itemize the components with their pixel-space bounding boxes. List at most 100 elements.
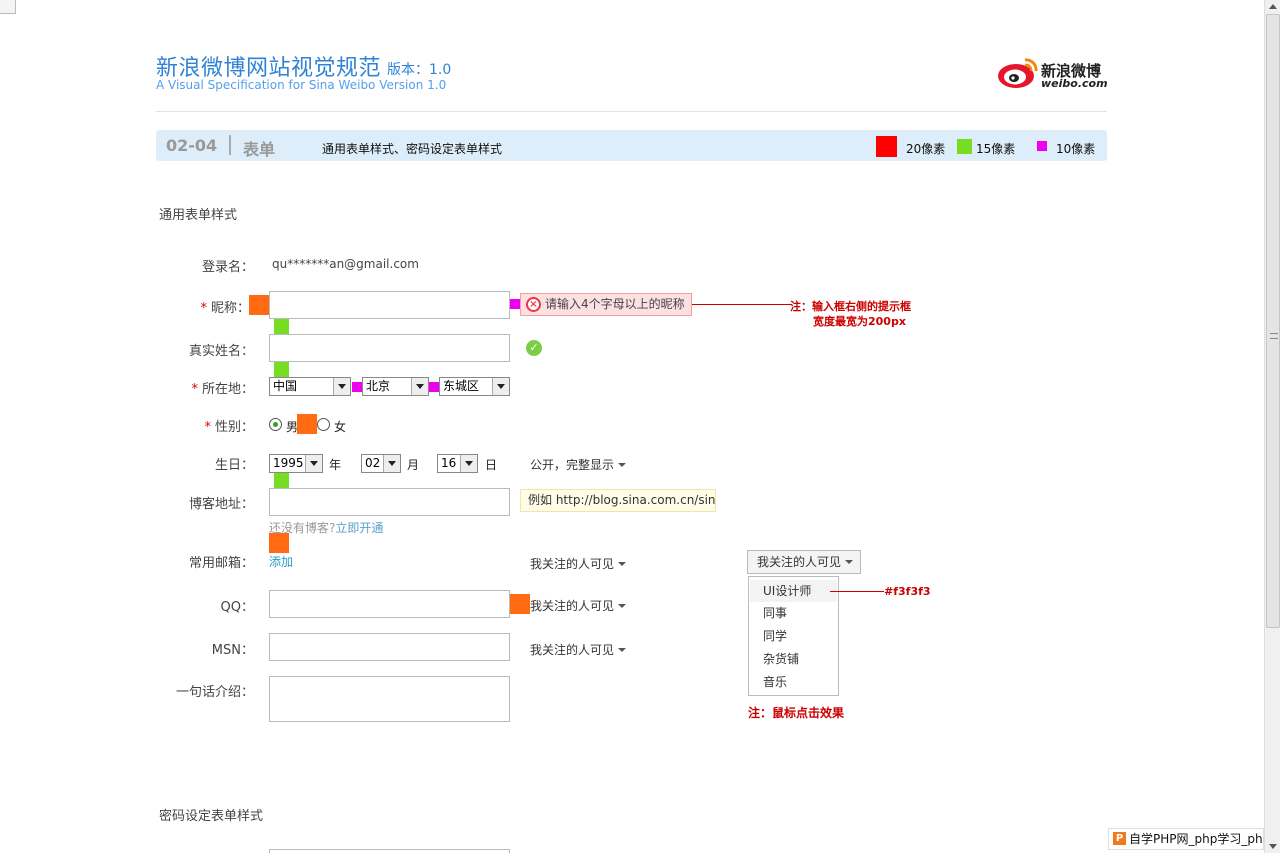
nickname-label: 昵称： xyxy=(210,301,250,316)
email-visibility-dropdown[interactable]: 我关注的人可见 xyxy=(530,555,626,572)
annotation-line-tip xyxy=(692,304,792,305)
blog-label: 博客地址： xyxy=(188,497,254,512)
spec-subtitle: A Visual Specification for Sina Weibo Ve… xyxy=(156,78,447,92)
chevron-down-icon[interactable] xyxy=(305,455,322,472)
blog-hint-tip: 例如 http://blog.sina.com.cn/sinat xyxy=(520,489,716,512)
required-mark: * xyxy=(204,420,211,435)
nickname-label-row: * 昵称： xyxy=(150,297,250,316)
dropdown-item-ui-designer[interactable]: UI设计师 xyxy=(750,580,837,602)
blog-open-link[interactable]: 立即开通 xyxy=(335,521,383,535)
scroll-up-icon[interactable] xyxy=(1269,4,1277,9)
chevron-down-icon[interactable] xyxy=(492,378,509,395)
section-description: 通用表单样式、密码设定表单样式 xyxy=(322,142,503,156)
email-add-link[interactable]: 添加 xyxy=(269,553,293,570)
annotation-tip-line1: 注：输入框右侧的提示框 xyxy=(790,300,911,313)
legend-swatch-10px xyxy=(1037,141,1047,151)
spacer-marker-20px xyxy=(510,594,530,614)
dropdown-item-classmate[interactable]: 同学 xyxy=(750,625,837,647)
watermark: P自学PHP网_php学习_php教 xyxy=(1108,828,1264,850)
spec-version: 版本：1.0 xyxy=(387,62,452,78)
province-value: 北京 xyxy=(366,379,391,393)
intro-textarea[interactable] xyxy=(269,676,510,722)
dropdown-item-colleague[interactable]: 同事 xyxy=(750,602,837,624)
chevron-down-icon[interactable] xyxy=(383,455,400,472)
birth-year-value: 1995 xyxy=(273,456,304,470)
birth-day-select[interactable]: 16 xyxy=(437,454,478,473)
band-separator xyxy=(229,135,231,155)
php-icon: P xyxy=(1113,832,1126,845)
annotation-click-effect: 注：鼠标点击效果 xyxy=(748,706,845,720)
vertical-scrollbar[interactable] xyxy=(1264,0,1280,853)
chevron-down-icon[interactable] xyxy=(460,455,477,472)
grip-icon xyxy=(1270,333,1278,339)
visibility-dropdown-button[interactable]: 我关注的人可见 xyxy=(747,550,861,574)
visibility-dropdown-menu: UI设计师 同事 同学 杂货铺 音乐 xyxy=(748,576,839,696)
required-mark: * xyxy=(191,382,198,397)
realname-input[interactable] xyxy=(269,334,510,362)
spacer-marker-20px xyxy=(269,533,289,553)
year-unit: 年 xyxy=(329,458,342,472)
header-divider xyxy=(156,111,1107,112)
msn-input[interactable] xyxy=(269,633,510,661)
spacer-marker-20px xyxy=(249,295,269,315)
legend-label-15px: 15像素 xyxy=(976,142,1016,156)
qq-input[interactable] xyxy=(269,590,510,618)
intro-label: 一句话介绍： xyxy=(175,685,254,700)
required-mark: * xyxy=(200,301,207,316)
realname-label: 真实姓名： xyxy=(188,344,254,359)
section-number: 02-04 xyxy=(166,136,218,155)
dropdown-item-grocery[interactable]: 杂货铺 xyxy=(750,648,837,670)
province-select[interactable]: 北京 xyxy=(362,377,429,396)
district-value: 东城区 xyxy=(443,379,480,393)
section-name: 表单 xyxy=(243,140,276,159)
nickname-input[interactable] xyxy=(269,291,510,319)
weibo-logo-icon xyxy=(998,58,1038,88)
scroll-down-icon[interactable] xyxy=(1269,844,1277,849)
email-label: 常用邮箱： xyxy=(188,556,254,571)
qq-label: QQ： xyxy=(220,600,254,615)
birth-month-select[interactable]: 02 xyxy=(361,454,401,473)
blog-input[interactable] xyxy=(269,488,510,516)
spacer-marker-10px xyxy=(352,382,362,392)
birth-month-value: 02 xyxy=(365,456,381,470)
location-label: 所在地： xyxy=(201,382,254,397)
birthday-visibility-dropdown[interactable]: 公开，完整显示 xyxy=(530,456,626,473)
spacer-marker-10px xyxy=(510,299,520,309)
spacer-marker-15px xyxy=(274,362,289,377)
watermark-text: 自学PHP网_php学习_php教 xyxy=(1129,832,1263,846)
legend-label-10px: 10像素 xyxy=(1056,142,1096,156)
login-label: 登录名： xyxy=(201,260,254,275)
month-unit: 月 xyxy=(407,458,420,472)
error-icon: × xyxy=(526,297,541,312)
district-select[interactable]: 东城区 xyxy=(439,377,510,396)
gender-label: 性别： xyxy=(214,420,254,435)
check-icon: ✓ xyxy=(526,340,542,356)
day-unit: 日 xyxy=(485,458,498,472)
window-corner xyxy=(0,0,16,14)
birth-year-select[interactable]: 1995 xyxy=(269,454,323,473)
country-select[interactable]: 中国 xyxy=(269,377,351,396)
annotation-line-hover xyxy=(830,591,884,592)
logo-domain: weibo.com xyxy=(1041,77,1108,90)
password-input[interactable] xyxy=(269,849,510,853)
msn-visibility-dropdown[interactable]: 我关注的人可见 xyxy=(530,641,626,658)
annotation-hover-color: #f3f3f3 xyxy=(884,585,931,598)
spacer-marker-20px xyxy=(297,414,317,434)
legend-label-20px: 20像素 xyxy=(906,142,946,156)
chevron-down-icon[interactable] xyxy=(411,378,428,395)
section-heading-general: 通用表单样式 xyxy=(159,208,238,223)
gender-male-radio[interactable] xyxy=(269,418,282,431)
dropdown-item-music[interactable]: 音乐 xyxy=(750,671,837,693)
nickname-error-tip: × 请输入4个字母以上的昵称 xyxy=(520,293,692,316)
qq-visibility-dropdown[interactable]: 我关注的人可见 xyxy=(530,597,626,614)
msn-label: MSN： xyxy=(211,643,254,658)
chevron-down-icon[interactable] xyxy=(333,378,350,395)
nickname-error-text: 请输入4个字母以上的昵称 xyxy=(545,297,685,311)
gender-female-label: 女 xyxy=(334,420,347,434)
gender-female-radio[interactable] xyxy=(317,418,330,431)
spacer-marker-10px xyxy=(429,382,439,392)
scrollbar-thumb[interactable] xyxy=(1266,14,1280,628)
birth-day-value: 16 xyxy=(441,456,457,470)
spacer-marker-15px xyxy=(274,473,289,488)
location-label-row: * 所在地： xyxy=(154,378,254,397)
